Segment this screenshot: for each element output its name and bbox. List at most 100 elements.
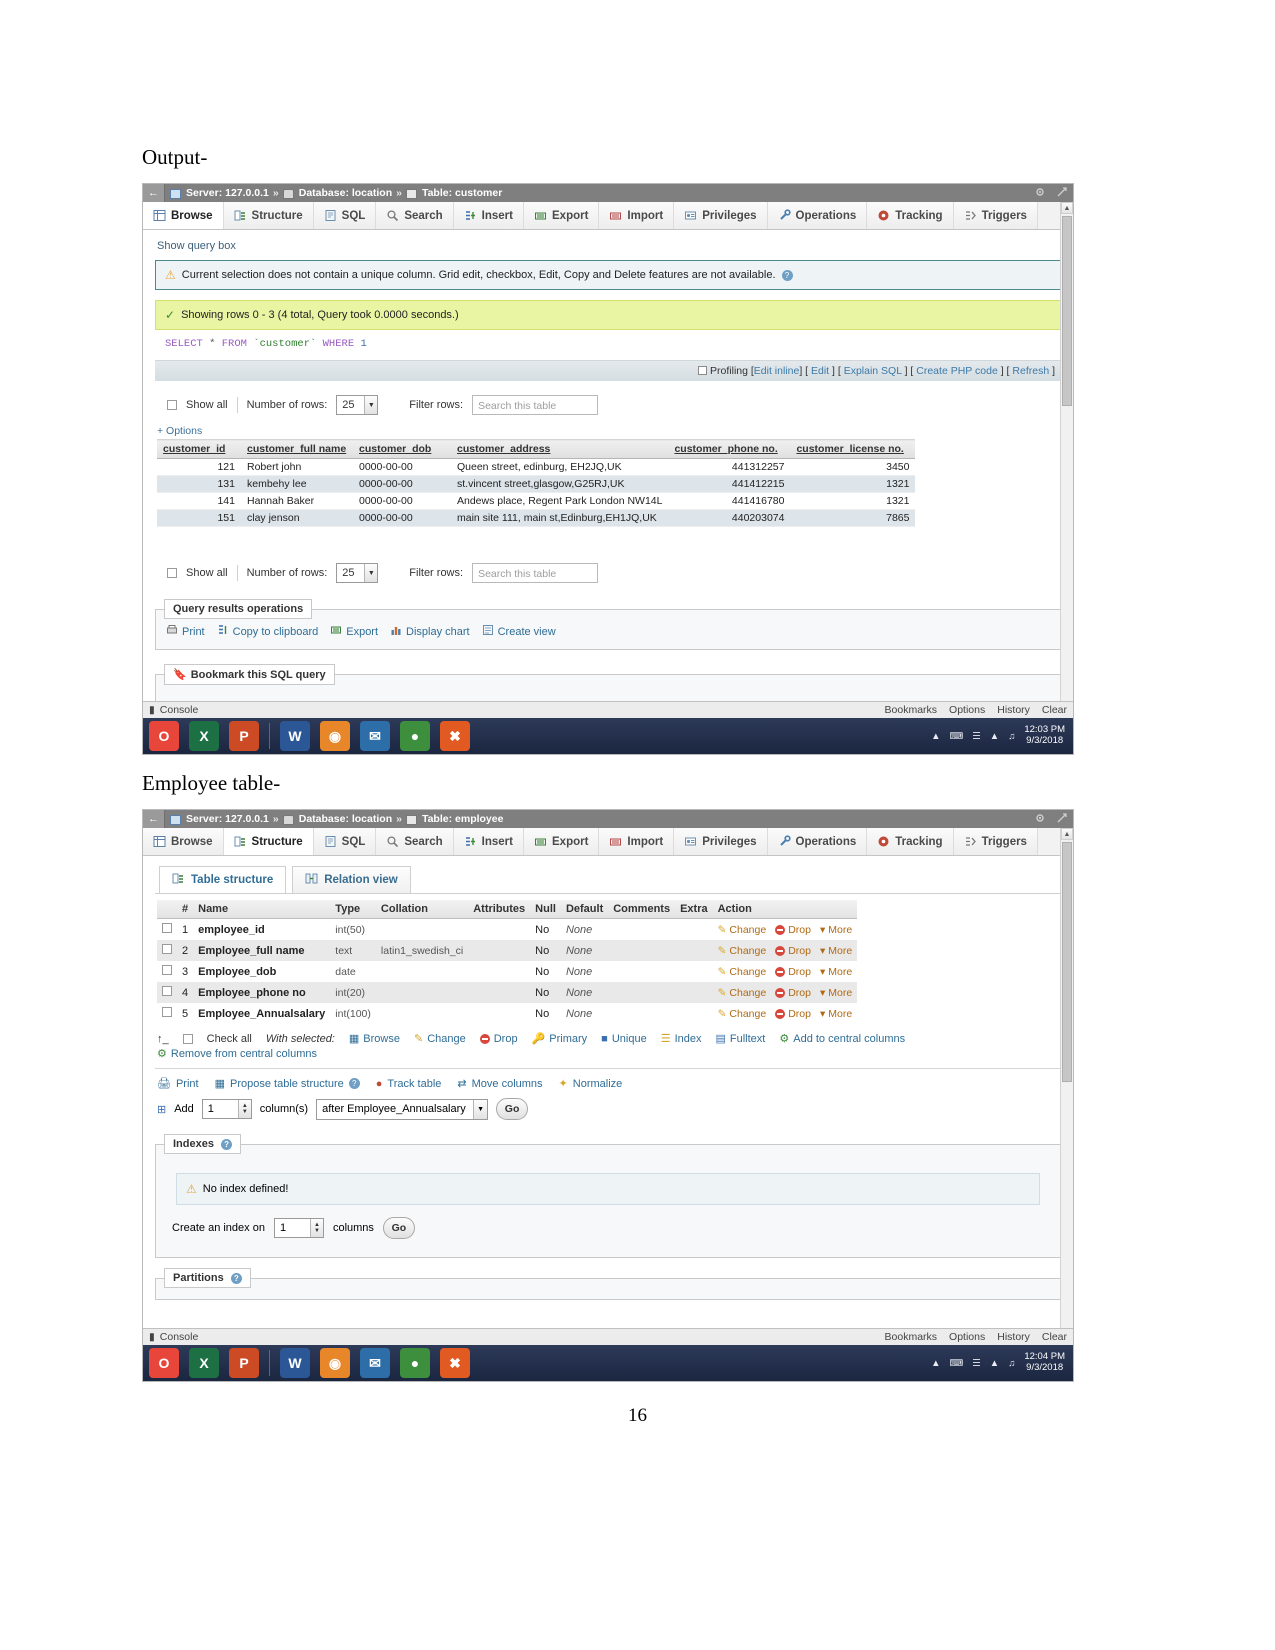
add-column-position-select[interactable]: after Employee_Annualsalary ▼ <box>316 1098 489 1120</box>
display-chart-button[interactable]: Display chart <box>390 624 470 639</box>
col-customer-full-name[interactable]: customer_full name <box>241 439 353 459</box>
print-button[interactable]: Print <box>166 624 205 639</box>
breadcrumb-table-2[interactable]: Table: employee <box>422 813 504 825</box>
tab-import[interactable]: Import <box>599 202 675 229</box>
thunderbird-icon[interactable]: ✉ <box>360 1348 390 1378</box>
volume-icon[interactable]: ♫ <box>1008 1358 1015 1369</box>
check-all-checkbox[interactable] <box>182 1033 193 1044</box>
profiling-checkbox[interactable] <box>698 366 708 375</box>
thunderbird-icon[interactable]: ✉ <box>360 721 390 751</box>
tab-export[interactable]: Export <box>524 202 600 229</box>
col-customer-id[interactable]: customer_id <box>157 439 241 459</box>
refresh-link[interactable]: Refresh <box>1012 365 1049 377</box>
table-row[interactable]: 151 clay jenson 0000-00-00 main site 111… <box>157 509 916 527</box>
show-query-box-link[interactable]: Show query box <box>143 230 1073 258</box>
chrome-icon[interactable]: ● <box>400 721 430 751</box>
taskbar-clock-2[interactable]: 12:04 PM 9/3/2018 <box>1024 1351 1065 1374</box>
row-checkbox-3[interactable] <box>157 961 177 982</box>
tab-import-2[interactable]: Import <box>599 828 675 855</box>
table-row[interactable]: 5 Employee_Annualsalary int(100) No None… <box>157 1003 857 1024</box>
tab-tracking[interactable]: Tracking <box>867 202 954 229</box>
change-link-1[interactable]: ✎ Change <box>718 924 767 936</box>
gear-icon[interactable] <box>1034 186 1046 198</box>
powerpoint-icon[interactable]: P <box>229 1348 259 1378</box>
with-selected-fulltext[interactable]: ▤ Fulltext <box>715 1032 765 1046</box>
gear-icon[interactable] <box>1034 812 1046 824</box>
tab-operations-2[interactable]: Operations <box>767 828 868 855</box>
xampp-icon[interactable]: ✖ <box>440 1348 470 1378</box>
console-history-2[interactable]: History <box>997 1331 1030 1343</box>
with-selected-drop[interactable]: Drop <box>479 1033 518 1045</box>
row-checkbox-5[interactable] <box>157 1003 177 1024</box>
console-options-2[interactable]: Options <box>949 1331 985 1343</box>
col-customer-license[interactable]: customer_license no. <box>790 439 916 459</box>
row-checkbox-1[interactable] <box>157 919 177 941</box>
breadcrumb-database[interactable]: Database: location <box>299 187 392 199</box>
scrollbar-thumb[interactable] <box>1062 216 1072 406</box>
select-all-arrow-icon[interactable]: ↑_ <box>157 1033 169 1045</box>
with-selected-browse[interactable]: ▦ Browse <box>349 1032 400 1046</box>
console-clear[interactable]: Clear <box>1042 704 1067 716</box>
with-selected-unique[interactable]: ■ Unique <box>601 1033 647 1045</box>
firefox-icon[interactable]: ◉ <box>320 721 350 751</box>
with-selected-primary[interactable]: 🔑 Primary <box>532 1032 588 1046</box>
drop-link-3[interactable]: Drop <box>775 966 811 978</box>
firefox-icon[interactable]: ◉ <box>320 1348 350 1378</box>
check-all-label[interactable]: Check all <box>207 1033 252 1045</box>
create-view-button[interactable]: Create view <box>482 624 556 639</box>
drop-link-1[interactable]: Drop <box>775 924 811 936</box>
volume-icon[interactable]: ♫ <box>1008 731 1015 742</box>
breadcrumb-server[interactable]: Server: 127.0.0.1 <box>186 187 269 199</box>
vertical-scrollbar-2[interactable]: ▲ ▼ <box>1060 828 1073 1346</box>
col-customer-phone[interactable]: customer_phone no. <box>668 439 791 459</box>
remove-central-columns-link[interactable]: ⚙ Remove from central columns <box>157 1047 317 1061</box>
tab-triggers-2[interactable]: Triggers <box>953 828 1038 855</box>
keyboard-icon[interactable]: ⌨ <box>950 731 964 742</box>
spinner-icon[interactable]: ▲ ▼ <box>309 1219 323 1237</box>
drop-link-4[interactable]: Drop <box>775 987 811 999</box>
print-button-2[interactable]: 🖨 Print <box>157 1077 199 1091</box>
tab-operations[interactable]: Operations <box>767 202 868 229</box>
network-icon[interactable]: ☰ <box>972 1358 981 1369</box>
create-index-go-button[interactable]: Go <box>382 1217 415 1239</box>
propose-table-structure-button[interactable]: ▦ Propose table structure? <box>215 1077 360 1090</box>
tab-search-2[interactable]: Search <box>376 828 454 855</box>
more-link-5[interactable]: ▾ More <box>820 1008 852 1020</box>
change-link-5[interactable]: ✎ Change <box>718 1008 767 1020</box>
excel-icon[interactable]: X <box>189 721 219 751</box>
show-all-checkbox-top[interactable] <box>167 400 177 410</box>
breadcrumb-database-2[interactable]: Database: location <box>299 813 392 825</box>
create-php-code-link[interactable]: Create PHP code <box>916 365 998 377</box>
collapse-icon[interactable] <box>1056 186 1068 198</box>
tab-sql-2[interactable]: SQL <box>313 828 377 855</box>
tab-tracking-2[interactable]: Tracking <box>867 828 954 855</box>
drop-link-5[interactable]: Drop <box>775 1008 811 1020</box>
filter-rows-input-top[interactable]: Search this table <box>472 395 599 415</box>
tab-insert[interactable]: Insert <box>453 202 524 229</box>
console-clear-2[interactable]: Clear <box>1042 1331 1067 1343</box>
back-button-1[interactable]: ← <box>143 184 165 202</box>
signal-icon[interactable]: ▲ <box>990 731 999 742</box>
more-link-2[interactable]: ▾ More <box>820 945 852 957</box>
console-options[interactable]: Options <box>949 704 985 716</box>
xampp-icon[interactable]: ✖ <box>440 721 470 751</box>
taskbar-clock-1[interactable]: 12:03 PM 9/3/2018 <box>1024 724 1065 747</box>
row-checkbox-4[interactable] <box>157 982 177 1003</box>
breadcrumb-server-2[interactable]: Server: 127.0.0.1 <box>186 813 269 825</box>
add-column-count-input[interactable]: 1 ▲ ▼ <box>201 1099 252 1119</box>
console-bookmarks[interactable]: Bookmarks <box>885 704 938 716</box>
edit-link[interactable]: Edit <box>811 365 829 377</box>
signal-icon[interactable]: ▲ <box>990 1358 999 1369</box>
change-link-3[interactable]: ✎ Change <box>718 966 767 978</box>
help-icon[interactable]: ? <box>348 1078 360 1089</box>
excel-icon[interactable]: X <box>189 1348 219 1378</box>
help-icon[interactable]: ? <box>781 269 793 281</box>
create-index-count-input[interactable]: 1 ▲ ▼ <box>273 1218 324 1238</box>
sql-query-display[interactable]: SELECT * FROM `customer` WHERE 1 <box>155 330 1061 354</box>
table-row[interactable]: 1 employee_id int(50) No None ✎ Change Dr <box>157 919 857 941</box>
scroll-up-icon[interactable]: ▲ <box>1061 828 1073 840</box>
tab-insert-2[interactable]: Insert <box>453 828 524 855</box>
help-icon[interactable]: ? <box>221 1139 233 1150</box>
breadcrumb-table[interactable]: Table: customer <box>422 187 502 199</box>
tab-search[interactable]: Search <box>376 202 454 229</box>
